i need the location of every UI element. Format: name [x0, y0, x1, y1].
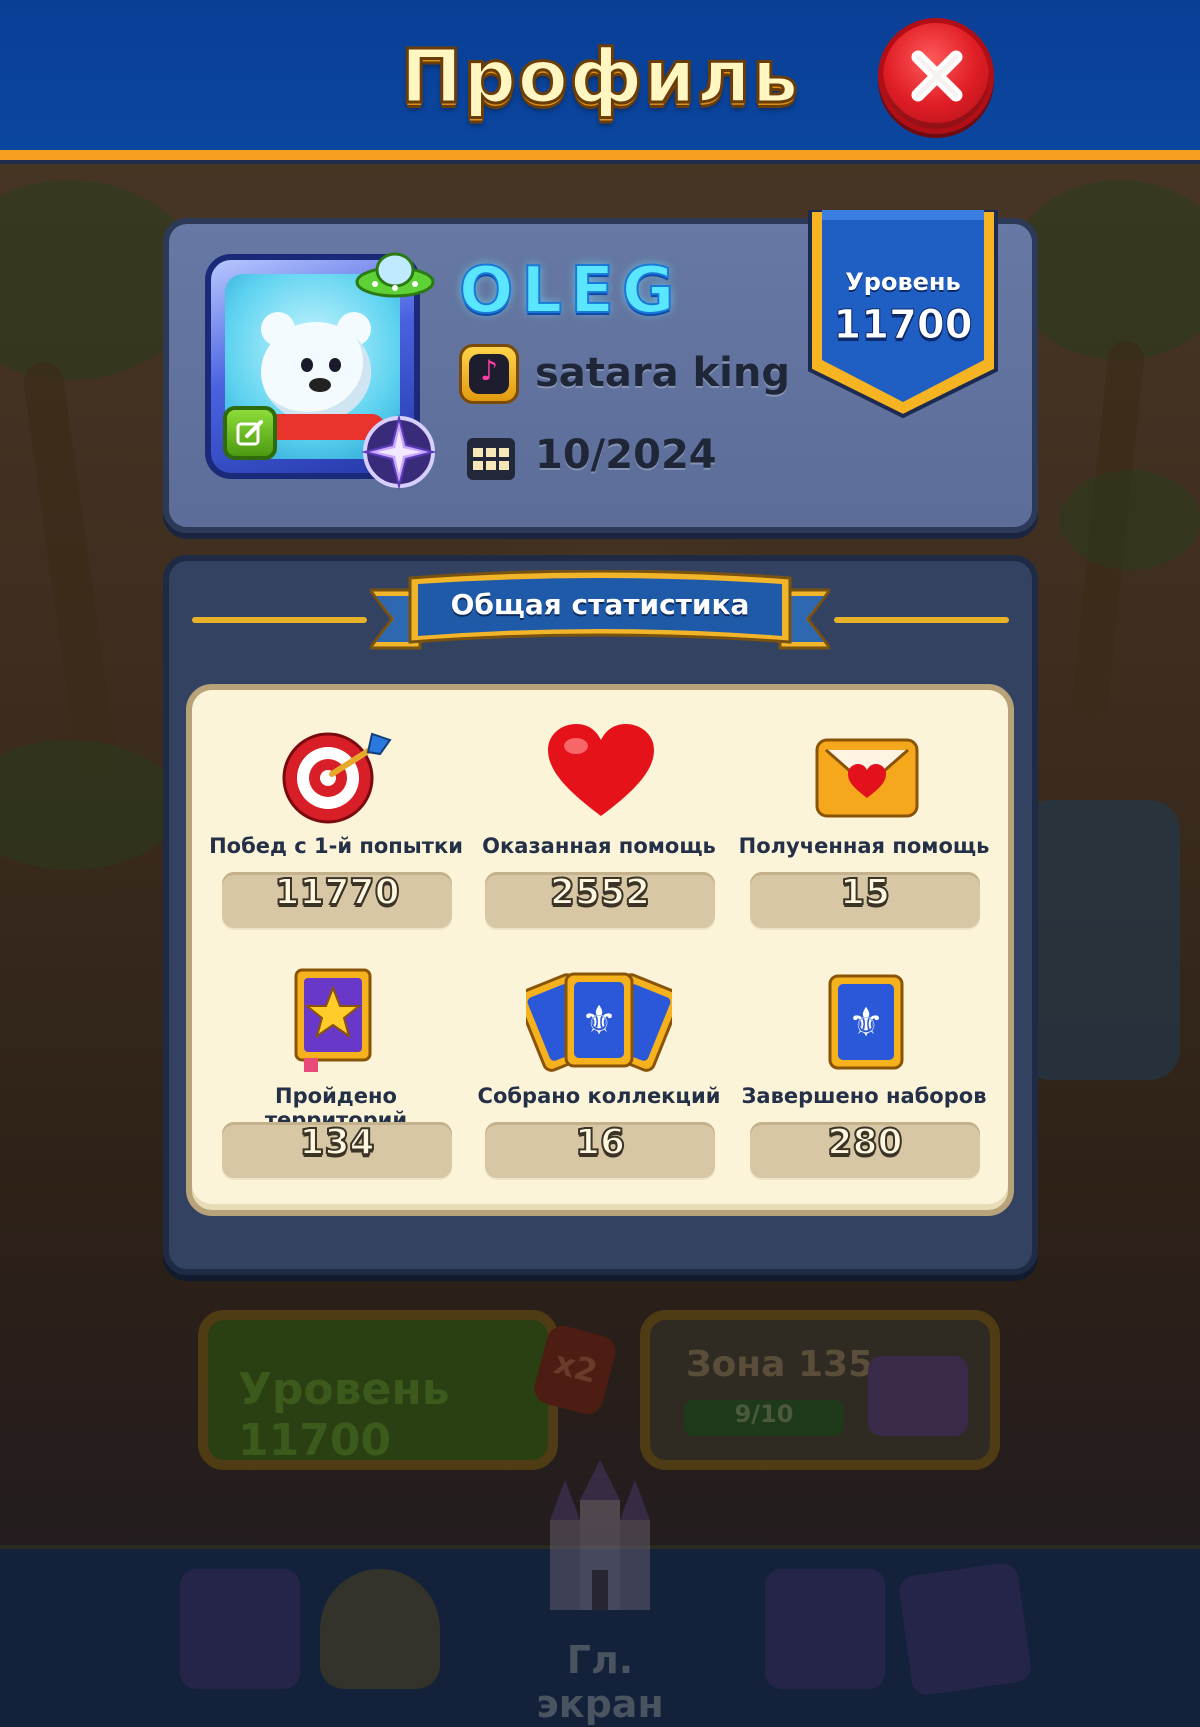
zone-progress-button[interactable]: Зона 135 9/10 — [640, 1310, 1000, 1470]
play-level-button[interactable]: Уровень 11700 — [198, 1310, 558, 1470]
palm-foliage — [1010, 180, 1200, 360]
bush — [0, 740, 180, 870]
card-fan-icon: ⚜ — [526, 972, 672, 1072]
envelope-heart-icon — [815, 738, 919, 818]
stat-label: Собрано коллекций — [477, 1084, 721, 1108]
divider-line — [192, 617, 367, 623]
play-level-label: Уровень 11700 — [238, 1364, 450, 1466]
card-icon: ⚜ — [828, 974, 904, 1070]
zone-label: Зона 135 — [686, 1344, 874, 1385]
level-label: Уровень — [845, 268, 961, 296]
chest-icon — [868, 1356, 968, 1436]
nav-home-label[interactable]: Гл. экран — [500, 1638, 700, 1726]
level-value: 11700 — [833, 302, 973, 349]
nav-collection-icon[interactable] — [180, 1569, 300, 1689]
stat-value: 15 — [839, 871, 891, 914]
stat-label: Оказанная помощь — [482, 834, 716, 858]
stat-value: 280 — [826, 1121, 903, 1164]
nav-trophy-icon[interactable] — [320, 1569, 440, 1689]
target-icon — [282, 732, 392, 824]
heart-icon — [548, 724, 654, 816]
stat-value: 134 — [298, 1121, 375, 1164]
header-bar: Профиль — [0, 0, 1200, 160]
team-badge[interactable]: ♪ — [459, 344, 519, 404]
nav-team-icon[interactable] — [765, 1569, 885, 1689]
stat-label: Полученная помощь — [738, 834, 990, 858]
edit-avatar-button[interactable] — [223, 406, 277, 460]
zone-progress-text: 9/10 — [734, 1400, 794, 1428]
stats-title: Общая статистика — [450, 588, 750, 621]
divider-line — [834, 617, 1009, 623]
zone-progress-bar: 9/10 — [684, 1400, 844, 1436]
close-icon — [911, 50, 963, 102]
close-button[interactable] — [878, 18, 994, 134]
svg-text:⚜: ⚜ — [848, 1000, 884, 1046]
player-name: OLEG — [458, 253, 683, 329]
team-name[interactable]: satara king — [535, 350, 790, 396]
stat-label: Побед с 1-й попытки — [209, 834, 463, 858]
truck — [1020, 800, 1180, 1080]
stat-value: 11770 — [273, 871, 400, 914]
palm-foliage — [1060, 470, 1200, 570]
compass-frame-icon — [361, 414, 437, 490]
star-book-icon — [294, 968, 372, 1072]
polar-bear-icon — [261, 322, 371, 422]
music-note-icon: ♪ — [469, 354, 509, 394]
stat-label: Завершено наборов — [741, 1084, 987, 1108]
palm-trunk — [20, 359, 120, 781]
page-title: Профиль — [399, 33, 800, 122]
svg-text:⚜: ⚜ — [581, 998, 617, 1044]
stat-value-box: 280 — [750, 1121, 980, 1178]
stat-value: 16 — [574, 1121, 626, 1164]
stat-value-box: 15 — [750, 871, 980, 928]
nav-cards-icon[interactable] — [897, 1561, 1033, 1697]
stat-value-box: 2552 — [485, 871, 715, 928]
castle-icon[interactable] — [530, 1460, 670, 1630]
stat-value-box: 16 — [485, 1121, 715, 1178]
calendar-icon — [467, 438, 515, 480]
stat-value: 2552 — [549, 871, 651, 914]
ufo-icon — [355, 252, 435, 298]
stat-value-box: 11770 — [222, 871, 452, 928]
edit-icon — [236, 420, 263, 446]
join-date: 10/2024 — [535, 432, 717, 478]
stat-value-box: 134 — [222, 1121, 452, 1178]
